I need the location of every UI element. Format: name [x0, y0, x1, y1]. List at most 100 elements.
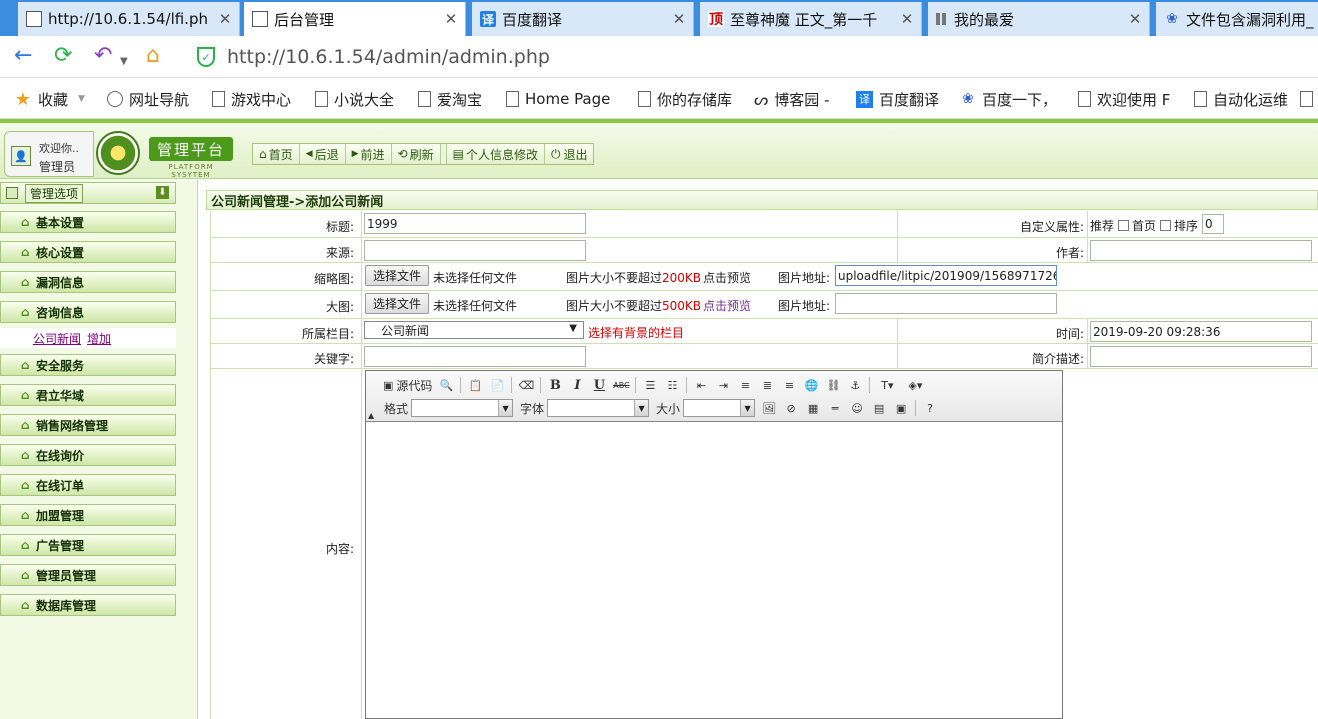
- undo-icon[interactable]: ↶: [94, 44, 112, 68]
- thumb-choose-file-button[interactable]: 选择文件: [365, 265, 430, 286]
- font-select[interactable]: ▼: [547, 399, 650, 417]
- italic-icon[interactable]: I: [566, 376, 588, 394]
- nav-profile-button[interactable]: ▤ 个人信息修改: [447, 144, 545, 164]
- nav-refresh-button[interactable]: ⟲ 刷新: [392, 144, 441, 164]
- big-path-input[interactable]: [835, 293, 1057, 314]
- title-input[interactable]: 1999: [364, 213, 586, 234]
- close-icon[interactable]: ✕: [211, 10, 239, 28]
- big-preview-link[interactable]: 点击预览: [703, 297, 751, 314]
- link-icon[interactable]: 🌐: [800, 376, 822, 394]
- unordered-list-icon[interactable]: ☷: [661, 376, 683, 394]
- nav-logout-button[interactable]: ⏻ 退出: [545, 144, 594, 164]
- ordered-list-icon[interactable]: ☰: [639, 376, 661, 394]
- indent-icon[interactable]: ⇥: [712, 376, 734, 394]
- bookmark-repo[interactable]: 你的存储库: [638, 89, 732, 109]
- tab-lfi[interactable]: http://10.6.1.54/lfi.ph ✕: [18, 2, 240, 36]
- align-left-icon[interactable]: ≡: [734, 376, 756, 394]
- bookmark-overflow[interactable]: [1300, 89, 1318, 109]
- tab-favorites[interactable]: 我的最爱 ✕: [928, 2, 1150, 36]
- bookmark-taobao[interactable]: 爱淘宝: [418, 89, 482, 109]
- sidebar-item-consulting[interactable]: ⌂ 咨询信息: [0, 301, 176, 323]
- paste-icon[interactable]: 📋: [464, 376, 486, 394]
- bookmark-favorites[interactable]: ★ 收藏 ▼: [14, 89, 85, 110]
- sidebar-item-franchise[interactable]: ⌂ 加盟管理: [0, 504, 176, 526]
- special-char-icon[interactable]: ▤: [868, 399, 890, 417]
- size-select[interactable]: ▼: [683, 399, 756, 417]
- align-center-icon[interactable]: ≣: [756, 376, 778, 394]
- editor-content-area[interactable]: [366, 423, 1062, 718]
- tab-baidu-translate[interactable]: 译百度翻译 ✕: [472, 2, 694, 36]
- sidebar-item-online-order[interactable]: ⌂ 在线订单: [0, 474, 176, 496]
- sidebar-item-online-inquiry[interactable]: ⌂ 在线询价: [0, 444, 176, 466]
- close-icon[interactable]: ✕: [893, 10, 921, 28]
- sidebar-item-vulnerability[interactable]: ⌂ 漏洞信息: [0, 271, 176, 293]
- text-color-icon[interactable]: T▾: [873, 376, 901, 394]
- format-select[interactable]: ▼: [411, 399, 514, 417]
- bg-color-icon[interactable]: ◈▾: [901, 376, 929, 394]
- source-input[interactable]: [364, 240, 586, 261]
- align-right-icon[interactable]: ≡: [778, 376, 800, 394]
- horizontal-rule-icon[interactable]: ═: [824, 399, 846, 417]
- bookmark-novels[interactable]: 小说大全: [315, 89, 394, 109]
- add-link[interactable]: 增加: [87, 330, 111, 347]
- sidebar-item-sales-network[interactable]: ⌂ 销售网络管理: [0, 414, 176, 436]
- recommend-checkbox[interactable]: [1118, 220, 1130, 231]
- keywords-input[interactable]: [364, 346, 586, 367]
- sidebar-item-ads[interactable]: ⌂ 广告管理: [0, 534, 176, 556]
- nav-home-button[interactable]: ⌂ 首页: [253, 144, 300, 164]
- collapse-arrow-icon[interactable]: ⬇: [156, 186, 169, 199]
- outdent-icon[interactable]: ⇤: [690, 376, 712, 394]
- summary-input[interactable]: [1090, 346, 1312, 367]
- company-news-link[interactable]: 公司新闻: [33, 330, 81, 347]
- source-code-button[interactable]: ▣ 源代码: [380, 376, 435, 394]
- tab-lfi-exploit[interactable]: ❀ 文件包含漏洞利用_: [1156, 2, 1318, 36]
- flash-icon[interactable]: ⊘: [780, 399, 802, 417]
- bookmark-translate[interactable]: 译百度翻译: [856, 89, 939, 109]
- image-icon[interactable]: 🖼: [758, 399, 780, 417]
- bookmark-welcome[interactable]: 欢迎使用 F: [1078, 89, 1170, 109]
- sidebar-item-core-settings[interactable]: ⌂ 核心设置: [0, 241, 176, 263]
- bookmark-baidu[interactable]: ❀ 百度一下，: [960, 89, 1057, 109]
- close-icon[interactable]: ✕: [1121, 10, 1149, 28]
- home-checkbox[interactable]: [1160, 220, 1172, 231]
- tab-admin[interactable]: 后台管理 ✕: [244, 2, 466, 36]
- table-icon[interactable]: ▦: [802, 399, 824, 417]
- author-input[interactable]: [1090, 240, 1312, 261]
- close-icon[interactable]: ✕: [437, 10, 465, 28]
- eraser-icon[interactable]: ⌫: [515, 376, 537, 394]
- column-select[interactable]: 公司新闻 ▼: [364, 321, 584, 339]
- bookmark-games[interactable]: 游戏中心: [212, 89, 291, 109]
- order-input[interactable]: 0: [1202, 214, 1224, 234]
- tab-novel[interactable]: 顶至尊神魔 正文_第一千 ✕: [700, 2, 922, 36]
- paste-text-icon[interactable]: 📄: [486, 376, 508, 394]
- big-choose-file-button[interactable]: 选择文件: [365, 293, 430, 314]
- nav-back-button[interactable]: ◀ 后退: [300, 144, 346, 164]
- unlink-icon[interactable]: ⛓: [822, 376, 844, 394]
- bookmark-cnblogs[interactable]: ᔕ 博客园 -: [754, 89, 829, 109]
- url-field[interactable]: ✓ http://10.6.1.54/admin/admin.php: [197, 44, 550, 70]
- chevron-down-icon[interactable]: ▼: [78, 94, 85, 104]
- bookmark-devops[interactable]: 自动化运维: [1194, 89, 1288, 109]
- sidebar-item-junli[interactable]: ⌂ 君立华域: [0, 384, 176, 406]
- collapse-toolbar-icon[interactable]: ▲: [368, 411, 374, 420]
- help-icon[interactable]: ?: [919, 399, 941, 417]
- sidebar-item-admins[interactable]: ⌂ 管理员管理: [0, 564, 176, 586]
- time-input[interactable]: 2019-09-20 09:28:36: [1090, 321, 1312, 342]
- bookmark-nav[interactable]: 网址导航: [107, 89, 189, 109]
- preview-icon[interactable]: 🔍: [435, 376, 457, 394]
- reload-icon[interactable]: ⟳: [54, 44, 72, 68]
- iframe-icon[interactable]: ▣: [890, 399, 912, 417]
- back-arrow-icon[interactable]: ←: [14, 44, 32, 68]
- close-icon[interactable]: ✕: [665, 10, 693, 28]
- sidebar-item-database[interactable]: ⌂ 数据库管理: [0, 594, 176, 616]
- smiley-icon[interactable]: ☺: [846, 399, 868, 417]
- strikethrough-icon[interactable]: ABC: [610, 376, 632, 394]
- bookmark-homepage[interactable]: Home Page: [506, 89, 610, 109]
- nav-forward-button[interactable]: ▶ 前进: [346, 144, 392, 164]
- undo-dropdown-icon[interactable]: ▼: [120, 50, 128, 74]
- sidebar-item-security-service[interactable]: ⌂ 安全服务: [0, 354, 176, 376]
- bold-icon[interactable]: B: [544, 376, 566, 394]
- sidebar-item-basic-settings[interactable]: ⌂ 基本设置: [0, 211, 176, 233]
- thumb-path-input[interactable]: uploadfile/litpic/201909/15689717266n7: [835, 265, 1057, 286]
- thumb-preview-link[interactable]: 点击预览: [703, 269, 751, 286]
